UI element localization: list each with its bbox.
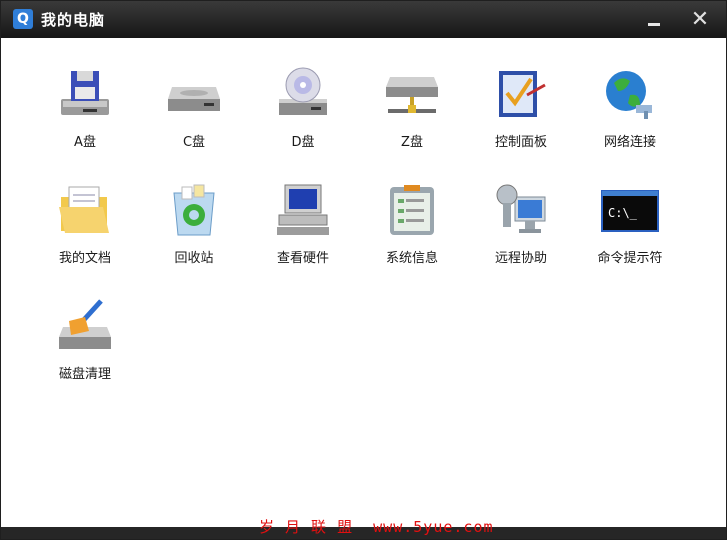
remote-assist-icon	[496, 184, 546, 233]
item-view-hardware[interactable]: 查看硬件	[249, 177, 357, 287]
network-globe-icon	[606, 71, 652, 119]
item-label: D盘	[291, 135, 315, 150]
computer-icon	[277, 184, 329, 235]
item-network[interactable]: 网络连接	[576, 61, 684, 171]
item-z-drive[interactable]: Z盘	[358, 61, 466, 171]
item-label: 磁盘清理	[58, 367, 111, 382]
window-title: 我的电脑	[41, 11, 106, 29]
title-bar[interactable]: Q 我的电脑 ✕	[1, 1, 726, 38]
minimize-icon	[648, 23, 660, 26]
item-label: 回收站	[174, 251, 214, 266]
cd-drive-icon	[279, 67, 327, 115]
recycle-bin-icon	[173, 184, 215, 236]
my-computer-window: Q 我的电脑 ✕ A盘 C盘 D盘 Z盘 控制面板 网络连接 我的文档 回收站 …	[0, 0, 727, 540]
item-a-drive[interactable]: A盘	[31, 61, 139, 171]
item-label: 网络连接	[603, 135, 656, 150]
item-label: C盘	[182, 135, 206, 150]
item-command-prompt[interactable]: C:\_ 命令提示符	[576, 177, 684, 287]
minimize-button[interactable]	[632, 1, 676, 38]
item-label: Z盘	[401, 135, 423, 150]
item-d-drive[interactable]: D盘	[249, 61, 357, 171]
command-prompt-icon: C:\_	[601, 190, 659, 232]
item-label: 远程协助	[494, 251, 547, 266]
item-control-panel[interactable]: 控制面板	[467, 61, 575, 171]
app-logo-icon: Q	[13, 9, 33, 29]
watermark-text: 岁 月 联 盟 www.5yue.com	[259, 518, 494, 536]
item-remote-assist[interactable]: 远程协助	[467, 177, 575, 287]
svg-text:C:\_: C:\_	[608, 206, 638, 220]
item-label: 控制面板	[494, 135, 547, 150]
item-system-info[interactable]: 系统信息	[358, 177, 466, 287]
system-info-icon	[390, 185, 434, 235]
item-disk-cleanup[interactable]: 磁盘清理	[31, 293, 139, 403]
network-drive-icon	[386, 77, 438, 113]
disk-cleanup-icon	[59, 299, 111, 349]
item-my-documents[interactable]: 我的文档	[31, 177, 139, 287]
item-label: A盘	[74, 135, 96, 150]
documents-folder-icon	[59, 186, 109, 233]
item-c-drive[interactable]: C盘	[140, 61, 248, 171]
item-label: 命令提示符	[597, 251, 663, 266]
item-label: 系统信息	[385, 251, 438, 266]
item-label: 查看硬件	[276, 251, 329, 266]
close-button[interactable]: ✕	[678, 1, 722, 38]
control-panel-icon	[499, 71, 546, 117]
close-icon: ✕	[690, 7, 710, 32]
item-recycle-bin[interactable]: 回收站	[140, 177, 248, 287]
item-label: 我的文档	[58, 251, 111, 266]
hard-drive-icon	[168, 87, 220, 111]
floppy-drive-icon	[61, 71, 109, 115]
